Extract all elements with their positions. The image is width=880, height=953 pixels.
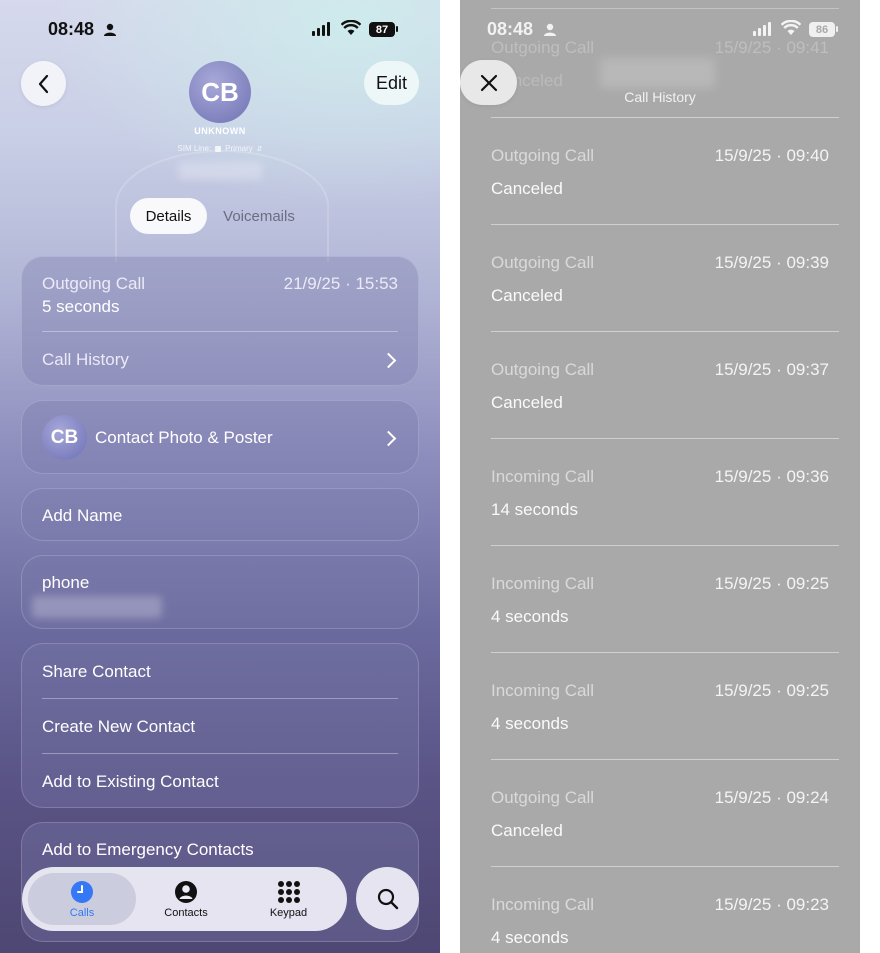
call-duration: Canceled: [491, 286, 563, 305]
add-to-existing-contact-button[interactable]: Add to Existing Contact: [22, 754, 418, 808]
contact-details-screen: 08:48 87 CB UNKNOWN SIM Line: Primary ⇵ …: [0, 0, 440, 953]
contact-subtitle: UNKNOWN: [194, 126, 246, 136]
call-history-screen: Outgoing Call 15/9/25 · 09:41 Canceled 0…: [460, 0, 860, 953]
battery-indicator: 86: [809, 22, 835, 37]
call-duration: Canceled: [491, 821, 563, 840]
wifi-icon: [341, 20, 361, 35]
create-new-contact-button[interactable]: Create New Contact: [22, 699, 418, 753]
battery-indicator: 87: [369, 22, 395, 37]
ghost-call-datetime: 15/9/25 · 09:41: [714, 38, 829, 57]
contact-photo-avatar: CB: [42, 415, 87, 460]
search-button[interactable]: [356, 867, 419, 930]
tab-calls[interactable]: Calls: [28, 867, 136, 931]
person-status-icon: [544, 23, 556, 36]
phone-number-field[interactable]: phone: [21, 555, 419, 629]
cellular-signal-icon: [753, 22, 771, 36]
list-item[interactable]: Outgoing Call 15/9/25 · 09:37 Canceled: [491, 332, 839, 439]
call-datetime: 15/9/25 · 09:39: [714, 253, 829, 272]
call-duration: Canceled: [491, 393, 563, 412]
blurred-phone-number: [32, 596, 162, 618]
call-type: Outgoing Call: [491, 253, 595, 272]
tab-contacts[interactable]: Contacts: [136, 867, 236, 931]
tab-contacts-label: Contacts: [164, 906, 208, 919]
call-duration: 5 seconds: [42, 297, 120, 316]
tab-keypad[interactable]: Keypad: [236, 867, 341, 931]
call-duration: 4 seconds: [491, 714, 569, 733]
edit-button[interactable]: Edit: [364, 61, 419, 105]
ghost-call-type: Outgoing Call: [491, 38, 595, 57]
phone-label: phone: [42, 573, 90, 592]
chevron-updown-icon: ⇵: [256, 145, 263, 153]
share-contact-button[interactable]: Share Contact: [22, 644, 418, 698]
contact-photo-label: Contact Photo & Poster: [95, 428, 273, 447]
add-to-emergency-label: Add to Emergency Contacts: [42, 840, 254, 859]
call-type: Outgoing Call: [491, 146, 595, 165]
back-button[interactable]: [21, 61, 66, 106]
call-datetime: 15/9/25 · 09:25: [714, 574, 829, 593]
call-datetime: 15/9/25 · 09:24: [714, 788, 829, 807]
keypad-icon: [277, 880, 300, 903]
call-datetime: 15/9/25 · 09:23: [714, 895, 829, 914]
recent-call-card: Outgoing Call 21/9/25 · 15:53 5 seconds …: [21, 256, 419, 386]
call-history-label: Call History: [42, 350, 129, 369]
battery-tip: [836, 26, 838, 32]
add-name-button[interactable]: Add Name: [21, 488, 419, 541]
call-datetime: 21/9/25 · 15:53: [283, 274, 398, 293]
contact-avatar: CB: [189, 61, 251, 123]
add-name-label: Add Name: [42, 506, 123, 525]
page-title: Call History: [624, 89, 696, 105]
call-datetime: 15/9/25 · 09:37: [714, 360, 829, 379]
call-duration: 14 seconds: [491, 500, 578, 519]
call-datetime: 15/9/25 · 09:40: [714, 146, 829, 165]
list-item[interactable]: Outgoing Call 15/9/25 · 09:24 Canceled: [491, 760, 839, 867]
call-datetime: 15/9/25 · 09:25: [714, 681, 829, 700]
call-type: Outgoing Call: [491, 788, 595, 807]
status-time: 08:48: [487, 19, 534, 39]
wifi-icon: [781, 20, 801, 35]
list-item[interactable]: Outgoing Call 15/9/25 · 09:39 Canceled: [491, 225, 839, 332]
share-contact-label: Share Contact: [42, 662, 151, 681]
list-item[interactable]: Incoming Call 15/9/25 · 09:23 4 seconds: [491, 867, 839, 953]
search-icon: [377, 888, 398, 909]
chevron-left-icon: [38, 74, 48, 93]
call-type: Outgoing Call: [491, 360, 595, 379]
call-type: Incoming Call: [491, 574, 594, 593]
call-datetime: 15/9/25 · 09:36: [714, 467, 829, 486]
cellular-signal-icon: [312, 22, 330, 36]
blurred-name-placeholder: [178, 162, 262, 180]
add-to-existing-contact-label: Add to Existing Contact: [42, 772, 219, 791]
chevron-right-icon: [380, 430, 397, 447]
tab-calls-label: Calls: [69, 906, 95, 919]
clock-icon: [71, 880, 93, 903]
call-history-button[interactable]: Call History: [22, 332, 418, 387]
tab-details[interactable]: Details: [130, 198, 207, 234]
person-icon: [175, 880, 197, 903]
create-new-contact-label: Create New Contact: [42, 717, 196, 736]
blurred-number: [600, 58, 715, 88]
tab-keypad-label: Keypad: [269, 906, 308, 919]
call-type: Incoming Call: [491, 895, 594, 914]
person-status-icon: [104, 23, 116, 36]
contact-actions-card: Share Contact Create New Contact Add to …: [21, 643, 419, 808]
contact-photo-poster-button[interactable]: CB Contact Photo & Poster: [21, 400, 419, 474]
call-duration: 4 seconds: [491, 607, 569, 626]
call-type: Incoming Call: [491, 681, 594, 700]
call-duration: Canceled: [491, 179, 563, 198]
list-item[interactable]: Incoming Call 15/9/25 · 09:25 4 seconds: [491, 546, 839, 653]
call-type: Outgoing Call: [42, 274, 146, 293]
divider: [491, 8, 839, 9]
call-type: Incoming Call: [491, 467, 594, 486]
battery-tip: [396, 26, 398, 32]
list-item[interactable]: Incoming Call 15/9/25 · 09:25 4 seconds: [491, 653, 839, 760]
call-duration: 4 seconds: [491, 928, 569, 947]
list-item[interactable]: Outgoing Call 15/9/25 · 09:40 Canceled: [491, 118, 839, 225]
tab-bar: Calls Contacts Keypad: [22, 867, 347, 931]
chevron-right-icon: [380, 352, 397, 369]
status-time: 08:48: [48, 19, 95, 39]
tab-voicemails[interactable]: Voicemails: [212, 198, 306, 234]
list-item[interactable]: Incoming Call 15/9/25 · 09:36 14 seconds: [491, 439, 839, 546]
